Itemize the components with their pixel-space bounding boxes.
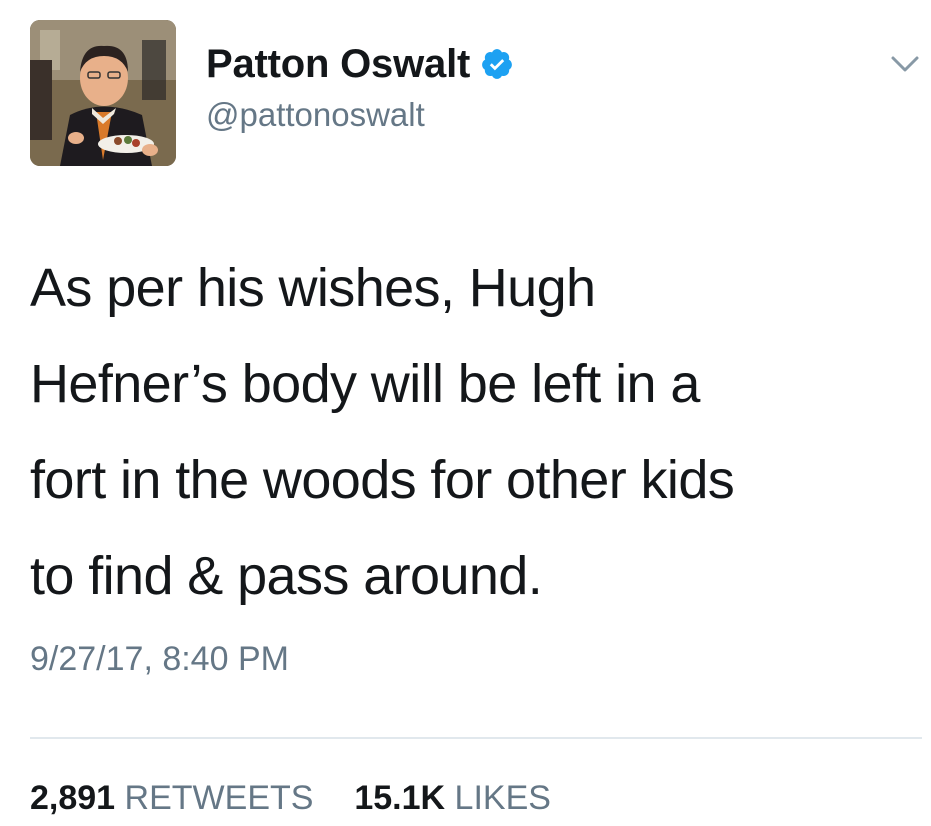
tweet-text-line: As per his wishes, Hugh — [30, 258, 596, 318]
retweets-label: RETWEETS — [124, 779, 314, 817]
profile-photo-icon — [30, 20, 176, 166]
chevron-down-icon[interactable] — [889, 52, 921, 76]
display-name[interactable]: Patton Oswalt — [206, 42, 470, 87]
tweet-stats: 2,891 RETWEETS 15.1K LIKES — [30, 778, 551, 818]
tweet-text-line: Hefner’s body will be left in a — [30, 354, 700, 414]
tweet-text-line: to find & pass around. — [30, 546, 543, 606]
avatar[interactable] — [30, 20, 176, 166]
retweets-count: 2,891 — [30, 779, 116, 817]
tweet-text-line: fort in the woods for other kids — [30, 450, 735, 510]
verified-badge-icon — [480, 47, 514, 81]
likes-count: 15.1K — [354, 779, 446, 817]
divider — [30, 737, 922, 739]
retweets-stat[interactable]: 2,891 RETWEETS — [30, 779, 323, 817]
likes-label: LIKES — [454, 779, 551, 817]
user-name-row: Patton Oswalt — [206, 40, 514, 88]
user-handle[interactable]: @pattonoswalt — [206, 96, 425, 134]
tweet-card: Patton Oswalt @pattonoswalt As per his w… — [0, 0, 931, 826]
tweet-timestamp[interactable]: 9/27/17, 8:40 PM — [30, 640, 289, 679]
likes-stat[interactable]: 15.1K LIKES — [345, 779, 551, 817]
tweet-text: As per his wishes, Hugh Hefner’s body wi… — [30, 240, 910, 624]
